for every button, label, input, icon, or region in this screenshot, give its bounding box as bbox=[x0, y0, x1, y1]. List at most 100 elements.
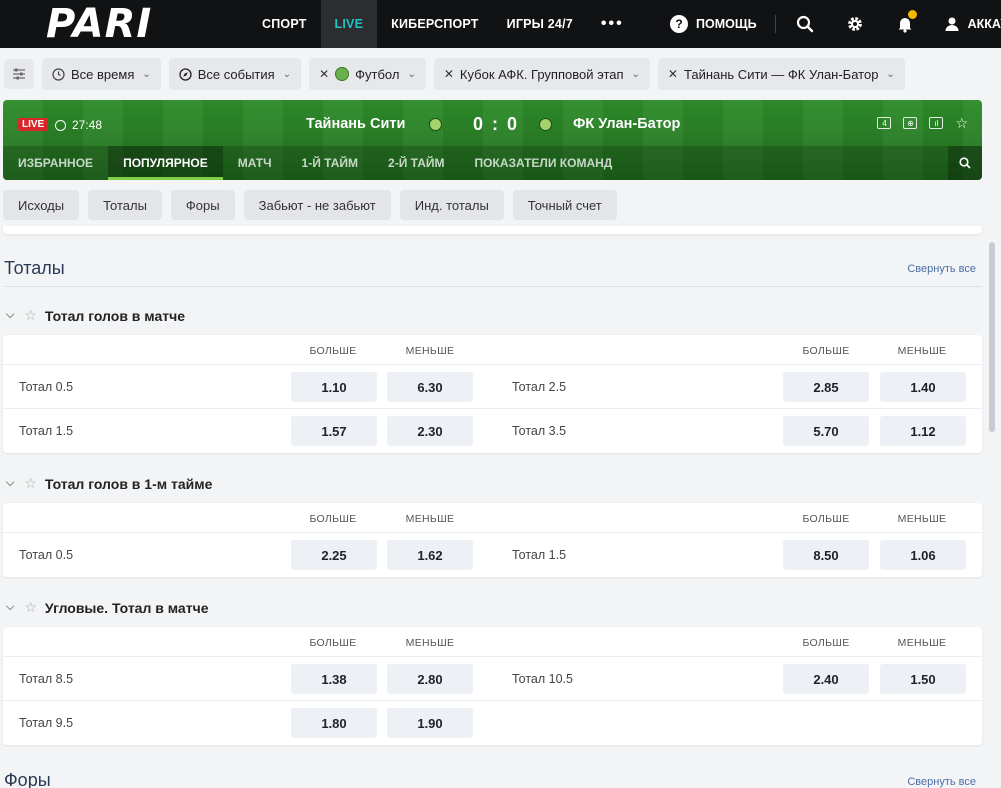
events-filter-label: Все события bbox=[197, 66, 275, 82]
nav-esports[interactable]: КИБЕРСПОРТ bbox=[377, 0, 493, 48]
odd-button[interactable]: 2.30 bbox=[387, 416, 473, 446]
group-header[interactable]: ⌵ ☆ Угловые. Тотал в матче bbox=[6, 599, 208, 616]
odd-button[interactable]: 2.80 bbox=[387, 664, 473, 694]
match-time: 27:48 bbox=[72, 118, 103, 132]
search-icon[interactable] bbox=[948, 146, 982, 180]
sliders-icon bbox=[13, 68, 25, 80]
tournament-filter[interactable]: ✕ Кубок АФК. Групповой этап ⌄ bbox=[433, 58, 650, 90]
chevron-down-icon[interactable]: ⌵ bbox=[6, 477, 14, 490]
odd-button[interactable]: 8.50 bbox=[783, 540, 869, 570]
tab-first-half[interactable]: 1-Й ТАЙМ bbox=[287, 146, 374, 180]
odd-button[interactable]: 2.25 bbox=[291, 540, 377, 570]
odd-button[interactable]: 2.85 bbox=[783, 372, 869, 402]
football-icon bbox=[335, 67, 350, 81]
section-title-handicaps: Форы bbox=[4, 770, 51, 788]
odd-button[interactable]: 1.12 bbox=[880, 416, 966, 446]
odd-button[interactable]: 5.70 bbox=[783, 416, 869, 446]
favorite-star-icon[interactable]: ☆ bbox=[24, 307, 37, 324]
filter-totals[interactable]: Тоталы bbox=[88, 190, 162, 220]
close-icon[interactable]: ✕ bbox=[668, 67, 678, 81]
tab-favorites[interactable]: ИЗБРАННОЕ bbox=[3, 146, 108, 180]
favorite-star-icon[interactable]: ☆ bbox=[24, 475, 37, 492]
tab-second-half[interactable]: 2-Й ТАЙМ bbox=[373, 146, 460, 180]
filter-settings-button[interactable] bbox=[4, 59, 34, 89]
live-badge: LIVE bbox=[18, 118, 49, 131]
odd-button[interactable]: 1.38 bbox=[291, 664, 377, 694]
filter-team-totals[interactable]: Инд. тоталы bbox=[399, 190, 504, 220]
filter-correct-score[interactable]: Точный счет bbox=[512, 190, 617, 220]
time-filter[interactable]: Все время ⌄ bbox=[42, 58, 161, 90]
odd-button[interactable]: 2.40 bbox=[783, 664, 869, 694]
odd-button[interactable]: 1.50 bbox=[880, 664, 966, 694]
chevron-down-icon[interactable]: ⌵ bbox=[6, 309, 14, 322]
help-link[interactable]: ? ПОМОЩЬ bbox=[670, 15, 757, 33]
match-filter[interactable]: ✕ Тайнань Сити — ФК Улан-Батор ⌄ bbox=[657, 58, 905, 90]
clock-icon bbox=[55, 119, 66, 131]
market-filter-bar: Исходы Тоталы Форы Забьют - не забьют Ин… bbox=[3, 190, 626, 220]
chevron-down-icon: ⌄ bbox=[886, 68, 895, 80]
group-header[interactable]: ⌵ ☆ Тотал голов в матче bbox=[6, 307, 185, 324]
tab-match[interactable]: МАТЧ bbox=[223, 146, 287, 180]
odd-button[interactable]: 1.40 bbox=[880, 372, 966, 402]
market-row: Тотал 8.5 1.38 2.80 Тотал 10.5 2.40 1.50 bbox=[3, 657, 982, 701]
col-under: МЕНЬШЕ bbox=[897, 513, 947, 525]
group-title: Угловые. Тотал в матче bbox=[44, 599, 209, 616]
col-over: БОЛЬШЕ bbox=[309, 345, 357, 357]
nav-sport[interactable]: СПОРТ bbox=[248, 0, 321, 48]
chevron-down-icon: ⌄ bbox=[142, 68, 151, 80]
col-under: МЕНЬШЕ bbox=[405, 345, 455, 357]
search-icon[interactable] bbox=[794, 13, 816, 35]
account-link[interactable]: АККАУ bbox=[944, 16, 1001, 32]
tournament-filter-label: Кубок АФК. Групповой этап bbox=[459, 66, 624, 82]
favorite-star-icon[interactable]: ☆ bbox=[955, 116, 968, 130]
stats-4-icon[interactable]: 4 bbox=[877, 117, 892, 129]
market-label: Тотал 0.5 bbox=[19, 380, 74, 394]
nav-live[interactable]: LIVE bbox=[320, 0, 378, 48]
scrollbar[interactable] bbox=[989, 242, 995, 432]
event-header: LIVE 27:48 Тайнань Сити 0 : 0 ФК Улан-Ба… bbox=[3, 100, 982, 180]
collapse-all-link[interactable]: Свернуть все bbox=[907, 776, 976, 788]
group-title: Тотал голов в матче bbox=[44, 307, 186, 324]
notification-dot bbox=[907, 10, 917, 19]
favorite-star-icon[interactable]: ☆ bbox=[24, 599, 37, 616]
collapse-all-link[interactable]: Свернуть все bbox=[907, 263, 976, 275]
odd-button[interactable]: 1.90 bbox=[387, 708, 473, 738]
col-under: МЕНЬШЕ bbox=[405, 637, 455, 649]
nav-games[interactable]: ИГРЫ 24/7 bbox=[493, 0, 587, 48]
filter-handicaps[interactable]: Форы bbox=[170, 190, 235, 220]
bell-icon[interactable] bbox=[894, 10, 917, 35]
field-icon[interactable]: ⊕ bbox=[903, 117, 918, 129]
market-header: БОЛЬШЕ МЕНЬШЕ БОЛЬШЕ МЕНЬШЕ bbox=[3, 335, 982, 365]
more-menu-icon[interactable]: ••• bbox=[587, 0, 638, 48]
odd-button[interactable]: 6.30 bbox=[387, 372, 473, 402]
score: 0 : 0 bbox=[473, 114, 520, 134]
event-scoreboard: LIVE 27:48 Тайнань Сити 0 : 0 ФК Улан-Ба… bbox=[3, 100, 982, 146]
close-icon[interactable]: ✕ bbox=[319, 67, 329, 81]
gear-icon[interactable] bbox=[844, 13, 866, 35]
event-actions: 4 ⊕ ıl ☆ bbox=[877, 116, 968, 130]
divider bbox=[774, 15, 776, 33]
events-filter[interactable]: Все события ⌄ bbox=[168, 58, 302, 90]
compass-icon bbox=[179, 67, 192, 81]
sport-filter[interactable]: ✕ Футбол ⌄ bbox=[309, 58, 426, 90]
odd-button[interactable]: 1.10 bbox=[291, 372, 377, 402]
market-label: Тотал 8.5 bbox=[19, 672, 74, 686]
col-under: МЕНЬШЕ bbox=[897, 345, 947, 357]
chevron-down-icon[interactable]: ⌵ bbox=[6, 601, 14, 614]
tab-team-stats[interactable]: ПОКАЗАТЕЛИ КОМАНД bbox=[460, 146, 628, 180]
market-row: Тотал 0.5 1.10 6.30 Тотал 2.5 2.85 1.40 bbox=[3, 365, 982, 409]
filter-outcomes[interactable]: Исходы bbox=[3, 190, 80, 220]
ball-icon bbox=[539, 118, 552, 131]
group-header[interactable]: ⌵ ☆ Тотал голов в 1-м тайме bbox=[6, 475, 212, 492]
odd-button[interactable]: 1.62 bbox=[387, 540, 473, 570]
pari-logo[interactable]: PARI bbox=[46, 1, 152, 47]
close-icon[interactable]: ✕ bbox=[444, 67, 454, 81]
tab-popular[interactable]: ПОПУЛЯРНОЕ bbox=[108, 146, 223, 180]
odd-button[interactable]: 1.06 bbox=[880, 540, 966, 570]
event-tabs: ИЗБРАННОЕ ПОПУЛЯРНОЕ МАТЧ 1-Й ТАЙМ 2-Й Т… bbox=[3, 146, 982, 180]
odd-button[interactable]: 1.57 bbox=[291, 416, 377, 446]
col-over: БОЛЬШЕ bbox=[802, 345, 850, 357]
odd-button[interactable]: 1.80 bbox=[291, 708, 377, 738]
filter-btts[interactable]: Забьют - не забьют bbox=[243, 190, 391, 220]
chart-icon[interactable]: ıl bbox=[929, 117, 944, 129]
